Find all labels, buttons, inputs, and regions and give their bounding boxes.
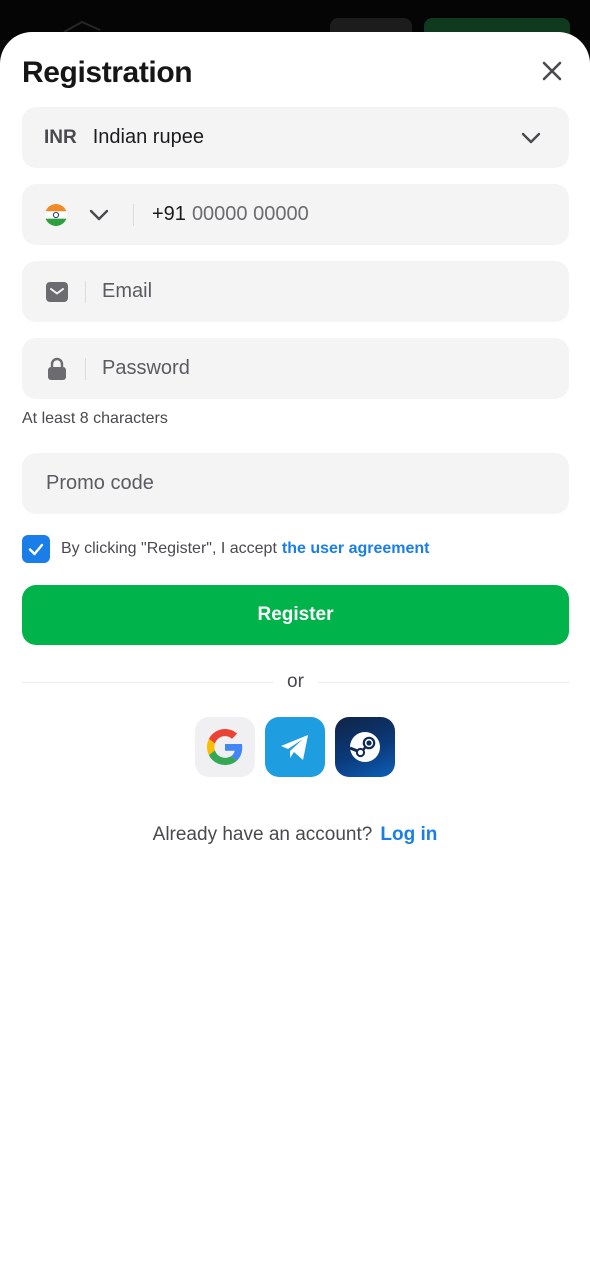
agreement-checkbox[interactable] <box>22 535 50 563</box>
page-title: Registration <box>22 56 193 89</box>
india-flag-icon[interactable] <box>45 203 67 226</box>
telegram-icon <box>281 735 308 760</box>
currency-name: Indian rupee <box>92 126 204 148</box>
close-icon <box>542 61 562 81</box>
divider-line <box>22 681 274 683</box>
country-dropdown-button[interactable] <box>87 203 111 227</box>
phone-field: +91 00000 00000 <box>22 184 569 245</box>
lock-icon <box>45 357 69 381</box>
google-login-button[interactable] <box>195 717 255 777</box>
email-field[interactable]: Email <box>22 261 569 322</box>
phone-input[interactable]: 00000 00000 <box>192 203 309 226</box>
password-field[interactable]: Password <box>22 338 569 399</box>
email-divider <box>85 280 86 303</box>
agreement-text: By clicking "Register", I accept <box>61 540 277 557</box>
currency-select[interactable]: INR Indian rupee <box>22 107 569 168</box>
currency-code: INR <box>44 126 77 148</box>
chevron-down-icon <box>521 132 541 144</box>
or-text: or <box>287 671 304 692</box>
or-divider: or <box>22 671 569 693</box>
steam-icon <box>349 732 380 762</box>
registration-sheet: Registration INR Indian rupee +91 00000 … <box>0 32 590 1280</box>
divider-line <box>317 681 569 683</box>
email-input[interactable]: Email <box>102 280 152 303</box>
password-hint: At least 8 characters <box>22 410 168 427</box>
telegram-login-button[interactable] <box>265 717 325 777</box>
chevron-down-icon <box>89 209 109 220</box>
close-button[interactable] <box>537 56 567 86</box>
agreement-row: By clicking "Register", I accept the use… <box>22 535 430 563</box>
login-link[interactable]: Log in <box>380 824 437 845</box>
register-button[interactable]: Register <box>22 585 569 645</box>
phone-country-code: +91 <box>152 203 186 225</box>
phone-divider <box>133 203 134 226</box>
promo-code-field[interactable]: Promo code <box>22 453 569 514</box>
login-prompt: Already have an account? Log in <box>0 824 590 846</box>
envelope-icon <box>45 280 69 304</box>
promo-code-input[interactable]: Promo code <box>46 472 154 495</box>
checkmark-icon <box>28 543 44 556</box>
login-question: Already have an account? <box>152 824 373 845</box>
google-icon <box>207 729 243 765</box>
password-divider <box>85 357 86 380</box>
user-agreement-link[interactable]: the user agreement <box>282 540 430 558</box>
steam-login-button[interactable] <box>335 717 395 777</box>
password-input[interactable]: Password <box>102 357 190 380</box>
